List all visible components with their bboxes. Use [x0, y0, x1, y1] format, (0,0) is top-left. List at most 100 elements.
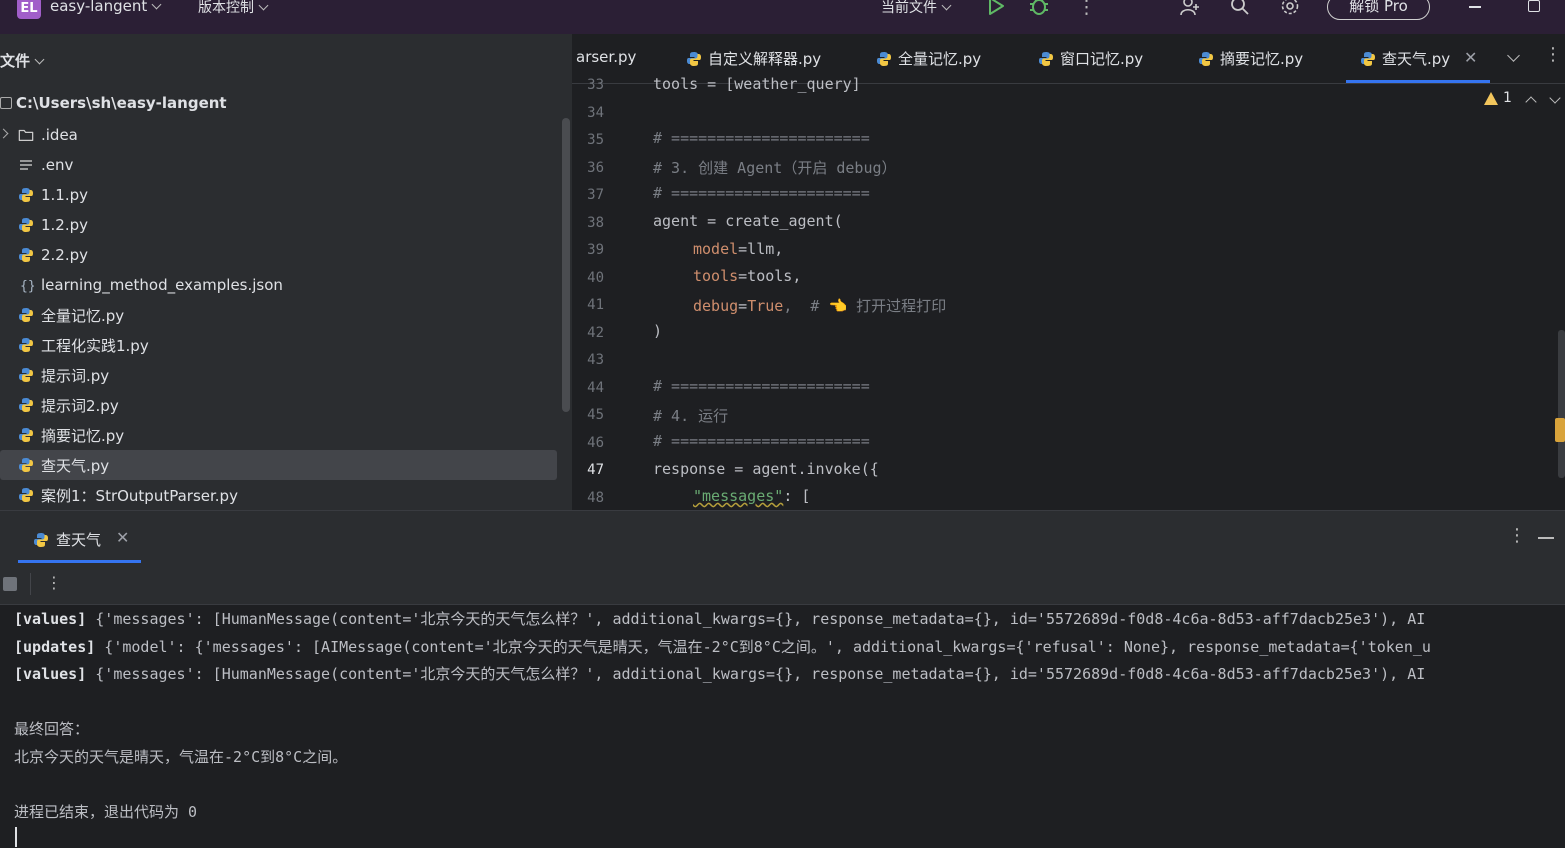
- tree-item[interactable]: .env: [0, 150, 557, 180]
- run-options-icon[interactable]: ⋮: [1508, 525, 1526, 546]
- code-line-35[interactable]: # ======================: [653, 129, 870, 147]
- tree-item[interactable]: {} learning_method_examples.json: [0, 270, 557, 300]
- console-line: [updates] {'model': {'messages': [AIMess…: [14, 636, 1431, 657]
- close-tab-icon[interactable]: ✕: [1464, 48, 1477, 67]
- next-highlight-icon[interactable]: [1549, 92, 1561, 104]
- debug-icon[interactable]: [1028, 0, 1050, 21]
- python-icon: [1198, 51, 1214, 67]
- python-icon: [18, 457, 34, 473]
- project-panel: 文件 C:\Users\sh\easy-langent .idea .env 1.1…: [0, 34, 572, 510]
- code-line-36[interactable]: # 3. 创建 Agent（开启 debug）: [653, 157, 897, 178]
- tree-item[interactable]: 摘要记忆.py: [0, 420, 557, 450]
- editor-tab-label: 自定义解释器.py: [708, 50, 822, 68]
- param-debug: debug: [693, 297, 739, 315]
- editor-tab-label: 窗口记忆.py: [1060, 50, 1144, 68]
- tree-item[interactable]: 案例1：StrOutputParser.py: [0, 480, 557, 510]
- run-panel-header: 查天气 ✕ ⋮: [0, 511, 1565, 563]
- tree-item[interactable]: 查天气.py: [0, 450, 557, 480]
- code-line-37[interactable]: # ======================: [653, 184, 870, 202]
- python-icon: [18, 397, 34, 413]
- chevron-down-icon: [258, 0, 269, 11]
- line-number: 34: [587, 104, 604, 121]
- tree-item-label: .env: [41, 156, 74, 174]
- tree-item[interactable]: 提示词2.py: [0, 390, 557, 420]
- code-line-44[interactable]: # ======================: [653, 377, 870, 395]
- previous-highlight-icon[interactable]: [1525, 96, 1537, 108]
- toolbar-more-icon[interactable]: ⋮: [46, 573, 62, 592]
- chevron-down-icon: [151, 0, 162, 10]
- run-panel: 查天气 ✕ ⋮ ⋮ [values] {'messages': [HumanMe…: [0, 510, 1565, 848]
- tree-item[interactable]: .idea: [0, 120, 557, 150]
- settings-icon[interactable]: [1279, 0, 1301, 21]
- line-number: 45: [587, 407, 604, 423]
- console-text: {'messages': [HumanMessage(content='北京今天…: [86, 665, 1426, 683]
- tree-item[interactable]: 1.1.py: [0, 180, 557, 210]
- tree-item[interactable]: 提示词.py: [0, 360, 557, 390]
- code-line-48[interactable]: "messages": [: [693, 487, 810, 505]
- add-user-icon[interactable]: [1179, 0, 1201, 21]
- stop-icon[interactable]: [3, 577, 17, 591]
- tree-item-label: 摘要记忆.py: [41, 426, 125, 445]
- vcs-label: 版本控制: [198, 0, 254, 16]
- code-line-46[interactable]: # ======================: [653, 432, 870, 450]
- project-badge[interactable]: EL: [17, 0, 41, 19]
- code-line-47[interactable]: response = agent.invoke({: [653, 460, 879, 478]
- panel-title-label: 文件: [0, 52, 31, 70]
- unlock-pro-button[interactable]: 解锁 Pro: [1327, 0, 1430, 20]
- warning-marker[interactable]: [1555, 418, 1565, 442]
- tree-item[interactable]: 工程化实践1.py: [0, 330, 557, 360]
- tree-item[interactable]: 2.2.py: [0, 240, 557, 270]
- code-line-42[interactable]: ): [653, 322, 662, 340]
- console-output[interactable]: [values] {'messages': [HumanMessage(cont…: [0, 605, 1565, 848]
- tree-item-label: 1.2.py: [41, 216, 89, 234]
- code-line-39[interactable]: model=llm,: [693, 240, 783, 258]
- chevron-right-icon[interactable]: [0, 128, 9, 139]
- search-icon[interactable]: [1229, 0, 1251, 21]
- tree-item[interactable]: 全量记忆.py: [0, 300, 557, 330]
- editor-tab[interactable]: 窗口记忆.py: [1038, 48, 1143, 69]
- warning-icon: [1484, 91, 1498, 105]
- python-icon: [876, 51, 892, 67]
- run-toolbar: ⋮: [0, 563, 1565, 605]
- editor-tab[interactable]: 摘要记忆.py: [1198, 48, 1303, 69]
- keyword-true: True: [747, 297, 784, 315]
- tree-item[interactable]: 1.2.py: [0, 210, 557, 240]
- run-tab[interactable]: 查天气: [33, 529, 101, 550]
- project-switcher[interactable]: easy-langent: [50, 0, 162, 15]
- line-number: 35: [587, 132, 604, 148]
- project-scrollbar[interactable]: [562, 118, 570, 412]
- code-line-38[interactable]: agent = create_agent(: [653, 212, 843, 230]
- code-line-45[interactable]: # 4. 运行: [653, 405, 728, 426]
- python-icon: [18, 307, 34, 323]
- project-panel-title[interactable]: 文件: [0, 50, 45, 71]
- final-answer-label: 最终回答：: [14, 720, 90, 738]
- console-tag: [updates]: [14, 638, 96, 656]
- minimize-icon[interactable]: [1469, 6, 1481, 8]
- text-cursor: [15, 827, 17, 847]
- editor-tab-label: 摘要记忆.py: [1220, 50, 1304, 68]
- code-line-33[interactable]: tools = [weather_query]: [653, 75, 861, 93]
- code-line-41[interactable]: debug=True, # 👈 打开过程打印: [693, 295, 946, 316]
- run-icon[interactable]: [986, 0, 1006, 21]
- project-root[interactable]: C:\Users\sh\easy-langent: [0, 94, 227, 112]
- title-bar: EL easy-langent 版本控制 当前文件 ⋮ 解锁 Pro: [0, 0, 1565, 34]
- tree-item-label: 全量记忆.py: [41, 306, 125, 325]
- run-config-label: 当前文件: [881, 0, 937, 16]
- folder-icon: [18, 127, 34, 143]
- close-run-tab-icon[interactable]: ✕: [116, 528, 129, 547]
- editor-scrollbar[interactable]: [1558, 330, 1565, 478]
- editor-tab[interactable]: 查天气.py: [1345, 48, 1491, 83]
- maximize-icon[interactable]: [1528, 0, 1540, 12]
- editor-tab[interactable]: arser.py: [576, 48, 636, 66]
- more-icon[interactable]: ⋮: [1077, 0, 1096, 18]
- editor-tab[interactable]: 自定义解释器.py: [686, 48, 821, 69]
- toolbar-divider: [30, 573, 31, 595]
- tabs-more-icon[interactable]: ⋮: [1544, 44, 1562, 65]
- hide-panel-icon[interactable]: [1538, 537, 1554, 539]
- warning-indicator[interactable]: 1: [1484, 90, 1512, 106]
- editor-tab[interactable]: 全量记忆.py: [876, 48, 981, 69]
- console-line: [values] {'messages': [HumanMessage(cont…: [14, 608, 1425, 629]
- code-line-40[interactable]: tools=tools,: [693, 267, 801, 285]
- vcs-menu[interactable]: 版本控制: [198, 0, 269, 17]
- run-config-selector[interactable]: 当前文件: [881, 0, 952, 17]
